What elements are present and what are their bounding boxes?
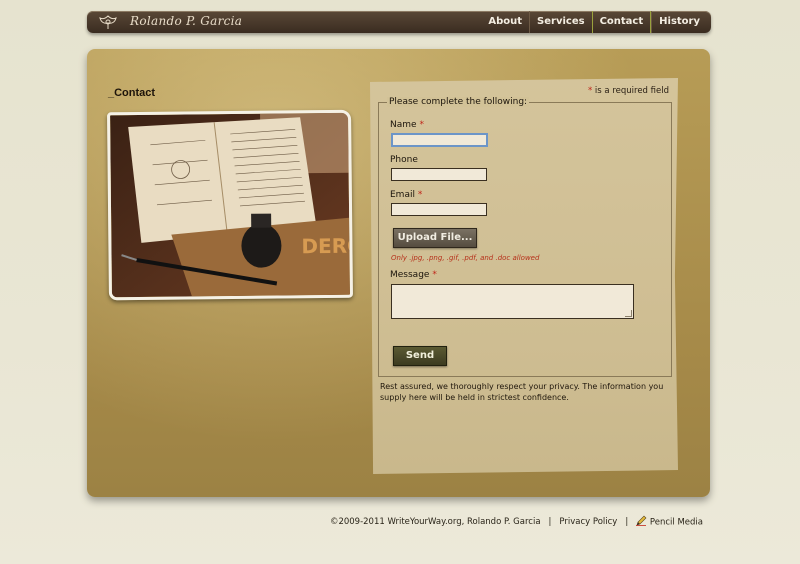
- nav-item-history[interactable]: History: [651, 11, 707, 33]
- notebook-photo: DERQ: [107, 109, 353, 301]
- email-required-mark: *: [417, 190, 423, 200]
- name-label: Name *: [390, 120, 424, 130]
- name-required-mark: *: [419, 120, 424, 130]
- email-label-text: Email: [390, 190, 415, 200]
- footer: ©2009-2011 WriteYourWay.org, Rolando P. …: [330, 515, 703, 529]
- form-legend: Please complete the following:: [387, 97, 530, 107]
- pencil-media-link[interactable]: Pencil Media: [650, 518, 703, 528]
- contact-fieldset: Please complete the following: Name * Ph…: [378, 97, 672, 377]
- copyright-text: ©2009-2011 WriteYourWay.org, Rolando P. …: [329, 517, 541, 527]
- footer-separator: |: [548, 517, 552, 527]
- main-nav: About Services Contact History: [481, 11, 707, 33]
- nav-item-services[interactable]: Services: [529, 11, 592, 33]
- page-title: _Contact: [108, 87, 156, 99]
- email-label: Email *: [390, 190, 422, 200]
- pencil-icon: [636, 515, 647, 529]
- phone-label: Phone: [390, 155, 418, 165]
- nav-item-contact[interactable]: Contact: [591, 11, 652, 33]
- svg-text:DERQ: DERQ: [301, 234, 350, 259]
- pencil-media-credit[interactable]: Pencil Media: [636, 515, 703, 529]
- email-field[interactable]: [391, 203, 487, 216]
- required-note: * is a required field: [588, 86, 669, 96]
- privacy-note: Rest assured, we thoroughly respect your…: [380, 382, 664, 402]
- site-title[interactable]: Rolando P. Garcia: [130, 14, 242, 28]
- name-field[interactable]: [391, 133, 488, 147]
- message-required-mark: *: [432, 270, 437, 280]
- resize-handle-icon[interactable]: [625, 310, 632, 317]
- nav-item-about[interactable]: About: [481, 11, 529, 33]
- privacy-policy-link[interactable]: Privacy Policy: [559, 517, 617, 527]
- message-field[interactable]: [391, 284, 634, 319]
- send-button[interactable]: Send: [393, 346, 447, 366]
- upload-file-button[interactable]: Upload File...: [393, 228, 477, 248]
- phone-field[interactable]: [391, 168, 487, 181]
- top-nav-bar: Rolando P. Garcia About Services Contact…: [87, 11, 711, 33]
- message-label-text: Message: [390, 270, 430, 280]
- message-label: Message *: [390, 270, 437, 280]
- required-note-text: is a required field: [592, 86, 669, 96]
- logo-icon[interactable]: [99, 14, 117, 30]
- footer-separator: |: [625, 517, 629, 527]
- name-label-text: Name: [390, 120, 417, 130]
- upload-note: Only .jpg, .png, .gif, .pdf, and .doc al…: [391, 254, 540, 262]
